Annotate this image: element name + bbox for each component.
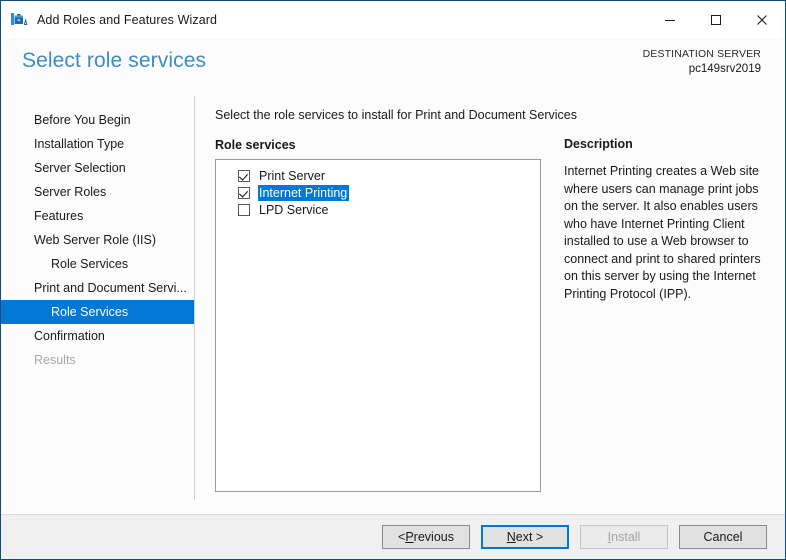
nav-item-role-services[interactable]: Role Services <box>1 300 194 324</box>
instruction-text: Select the role services to install for … <box>215 108 577 122</box>
nav-item-confirmation[interactable]: Confirmation <box>1 324 194 348</box>
destination-server-label: DESTINATION SERVER <box>642 48 761 60</box>
description-text: Internet Printing creates a Web site whe… <box>564 164 761 301</box>
previous-button[interactable]: < Previous <box>382 525 470 549</box>
nav-divider <box>194 96 195 500</box>
nav-item-before-you-begin[interactable]: Before You Begin <box>1 108 194 132</box>
checkbox-checked-icon[interactable] <box>238 187 250 199</box>
cancel-button[interactable]: Cancel <box>679 525 767 549</box>
destination-server-name: pc149srv2019 <box>688 62 761 75</box>
nav-item-server-selection[interactable]: Server Selection <box>1 156 194 180</box>
maximize-button[interactable] <box>693 1 739 38</box>
wizard-footer: < Previous Next > Install Cancel <box>1 515 785 559</box>
checkbox-unchecked-icon[interactable] <box>238 204 250 216</box>
nav-item-web-server-role-iis[interactable]: Web Server Role (IIS) <box>1 228 194 252</box>
nav-item-features[interactable]: Features <box>1 204 194 228</box>
nav-item-results: Results <box>34 353 76 367</box>
window-controls <box>647 1 785 38</box>
next-button[interactable]: Next > <box>481 525 569 549</box>
wizard-step-nav: Before You Begin Installation Type Server … <box>1 104 194 372</box>
role-service-label: LPD Service <box>259 203 329 217</box>
nav-item-print-and-document-servi[interactable]: Print and Document Servi... <box>1 276 194 300</box>
description-panel: Description Internet Printing creates a … <box>564 137 764 303</box>
role-service-row[interactable]: Print Server <box>216 168 540 184</box>
nav-item-role-services[interactable]: Role Services <box>1 252 194 276</box>
minimize-button[interactable] <box>647 1 693 38</box>
description-title: Description <box>564 137 633 151</box>
main-content: Select the role services to install for … <box>215 104 785 514</box>
page-header: Select role services DESTINATION SERVER … <box>1 38 785 96</box>
checkbox-checked-icon[interactable] <box>238 170 250 182</box>
page-title: Select role services <box>22 49 207 72</box>
install-button: Install <box>580 525 668 549</box>
role-service-row[interactable]: Internet Printing <box>216 185 540 201</box>
role-service-row[interactable]: LPD Service <box>216 202 540 218</box>
role-service-label: Print Server <box>259 169 325 183</box>
title-bar: Add Roles and Features Wizard <box>1 1 785 38</box>
nav-item-installation-type[interactable]: Installation Type <box>1 132 194 156</box>
wizard-window: Add Roles and Features Wizard Select rol… <box>0 0 786 560</box>
role-services-label: Role services <box>215 138 296 152</box>
role-services-listbox[interactable]: Print Server Internet Printing LPD Service <box>215 159 541 492</box>
role-service-label: Internet Printing <box>258 185 350 201</box>
wizard-body: Before You Begin Installation Type Server … <box>1 96 785 514</box>
window-title: Add Roles and Features Wizard <box>37 12 218 27</box>
destination-server-block: DESTINATION SERVER pc149srv2019 <box>643 48 761 77</box>
wizard-toolbox-icon <box>10 11 28 29</box>
close-button[interactable] <box>739 1 785 38</box>
nav-item-server-roles[interactable]: Server Roles <box>1 180 194 204</box>
